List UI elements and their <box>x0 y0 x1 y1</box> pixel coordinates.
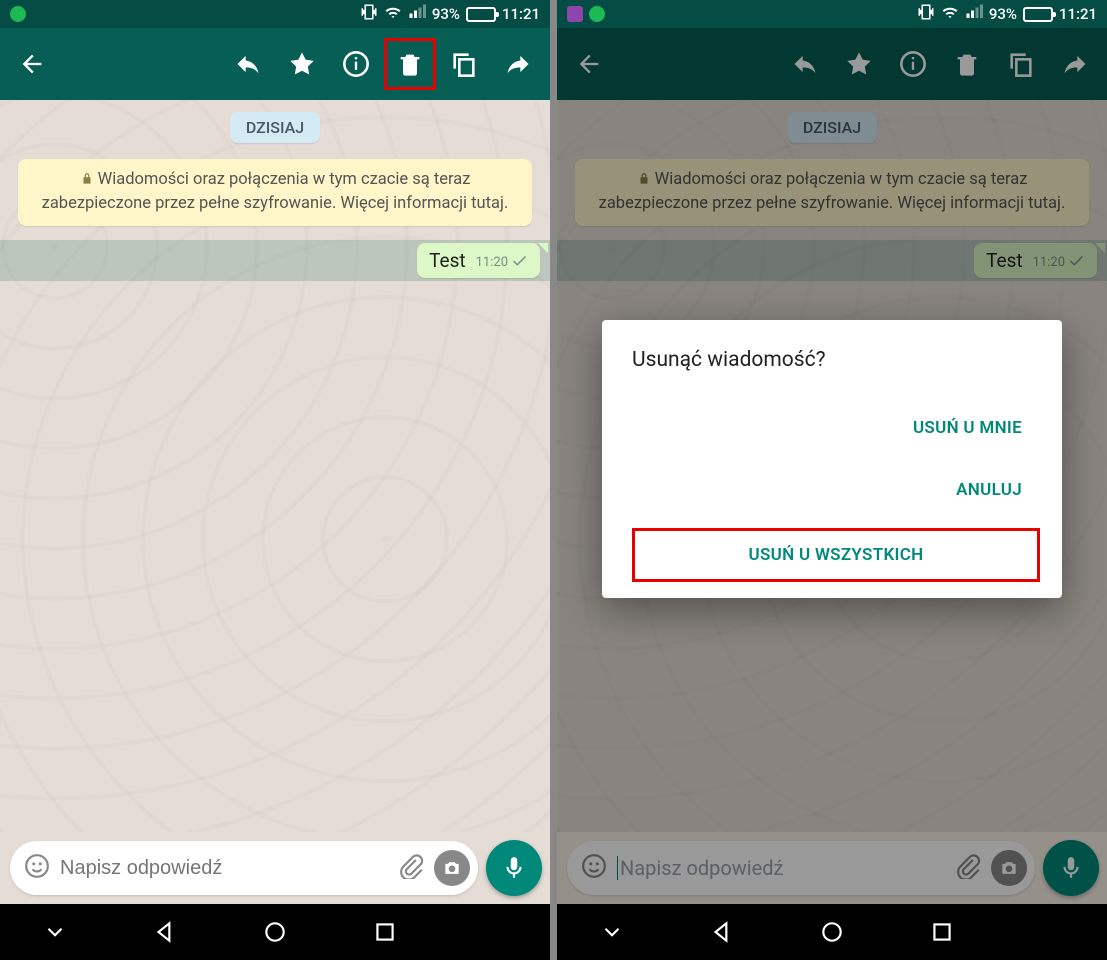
delete-for-me-button[interactable]: USUŃ U MNIE <box>895 404 1040 452</box>
message-input: Napisz odpowiedź <box>617 856 945 880</box>
copy-button[interactable] <box>438 38 490 90</box>
encryption-notice[interactable]: Wiadomości oraz połączenia w tym czacie … <box>18 159 532 226</box>
nav-home-button[interactable] <box>802 912 862 952</box>
message-input-pill: Napisz odpowiedź <box>567 841 1035 895</box>
check-icon <box>512 254 530 272</box>
signal-icon <box>965 3 983 25</box>
vibrate-icon <box>360 3 378 25</box>
wifi-icon <box>384 3 402 25</box>
encryption-notice: Wiadomości oraz połączenia w tym czacie … <box>575 159 1089 226</box>
nav-collapse-button[interactable] <box>582 912 642 952</box>
attach-icon <box>955 853 981 883</box>
nav-back-button[interactable] <box>135 912 195 952</box>
selection-app-bar <box>557 28 1107 100</box>
outgoing-message[interactable]: Test 11:20 <box>417 243 540 278</box>
message-text: Test <box>429 249 466 272</box>
spotify-icon <box>589 6 605 22</box>
delete-for-everyone-button[interactable]: USUŃ U WSZYSTKICH <box>632 528 1040 582</box>
info-button[interactable] <box>330 38 382 90</box>
delete-button[interactable] <box>941 38 993 90</box>
outgoing-message: Test 11:20 <box>974 243 1097 278</box>
message-text: Test <box>986 249 1023 272</box>
nav-spacer <box>465 912 525 952</box>
clock: 11:21 <box>502 5 540 23</box>
encryption-text: Wiadomości oraz połączenia w tym czacie … <box>42 170 509 213</box>
phone-left: 93% 11:21 DZISIAJ Wiadomości oraz połącz… <box>0 0 550 960</box>
composer-row: Napisz odpowiedź <box>557 832 1107 904</box>
signal-icon <box>408 3 426 25</box>
vibrate-icon <box>917 3 935 25</box>
star-button[interactable] <box>276 38 328 90</box>
selected-message-row: Test 11:20 <box>557 240 1107 281</box>
camera-icon[interactable] <box>434 850 470 886</box>
battery-percent: 93% <box>432 5 460 23</box>
voice-button[interactable] <box>486 840 542 896</box>
status-bar: 93% 11:21 <box>0 0 550 28</box>
nav-collapse-button[interactable] <box>25 912 85 952</box>
battery-percent: 93% <box>989 5 1017 23</box>
emoji-icon[interactable] <box>24 853 50 883</box>
lock-icon <box>80 171 94 193</box>
nav-recent-button[interactable] <box>912 912 972 952</box>
selected-message-row[interactable]: Test 11:20 <box>0 240 550 281</box>
camera-icon <box>991 850 1027 886</box>
spotify-icon <box>10 6 26 22</box>
selection-app-bar <box>0 28 550 100</box>
battery-icon <box>1023 7 1053 22</box>
reply-button[interactable] <box>222 38 274 90</box>
forward-button[interactable] <box>492 38 544 90</box>
nav-spacer <box>1022 912 1082 952</box>
cancel-button[interactable]: ANULUJ <box>938 466 1040 514</box>
emoji-icon <box>581 853 607 883</box>
reply-button[interactable] <box>779 38 831 90</box>
encryption-text: Wiadomości oraz połączenia w tym czacie … <box>599 170 1066 213</box>
lock-icon <box>637 171 651 193</box>
clock: 11:21 <box>1059 5 1097 23</box>
dialog-title: Usunąć wiadomość? <box>632 348 1040 372</box>
message-input[interactable] <box>60 857 388 880</box>
delete-button[interactable] <box>384 38 436 90</box>
info-button[interactable] <box>887 38 939 90</box>
check-icon <box>1069 254 1087 272</box>
composer-row <box>0 832 550 904</box>
battery-icon <box>466 7 496 22</box>
star-button[interactable] <box>833 38 885 90</box>
nav-home-button[interactable] <box>245 912 305 952</box>
forward-button[interactable] <box>1049 38 1101 90</box>
message-time: 11:20 <box>476 255 508 270</box>
chat-body[interactable]: DZISIAJ Wiadomości oraz połączenia w tym… <box>0 100 550 832</box>
wifi-icon <box>941 3 959 25</box>
message-time: 11:20 <box>1033 255 1065 270</box>
attach-icon[interactable] <box>398 853 424 883</box>
date-chip: DZISIAJ <box>230 112 320 143</box>
nav-recent-button[interactable] <box>355 912 415 952</box>
back-button[interactable] <box>6 38 58 90</box>
phone-right: 93% 11:21 DZISIAJ Wiadomości oraz połącz… <box>557 0 1107 960</box>
status-bar: 93% 11:21 <box>557 0 1107 28</box>
copy-button[interactable] <box>995 38 1047 90</box>
system-nav-bar <box>0 904 550 960</box>
app-notification-icon <box>567 6 583 22</box>
date-chip: DZISIAJ <box>787 112 877 143</box>
message-input-pill[interactable] <box>10 841 478 895</box>
voice-button <box>1043 840 1099 896</box>
system-nav-bar <box>557 904 1107 960</box>
back-button[interactable] <box>563 38 615 90</box>
delete-dialog: Usunąć wiadomość? USUŃ U MNIE ANULUJ USU… <box>602 320 1062 598</box>
nav-back-button[interactable] <box>692 912 752 952</box>
